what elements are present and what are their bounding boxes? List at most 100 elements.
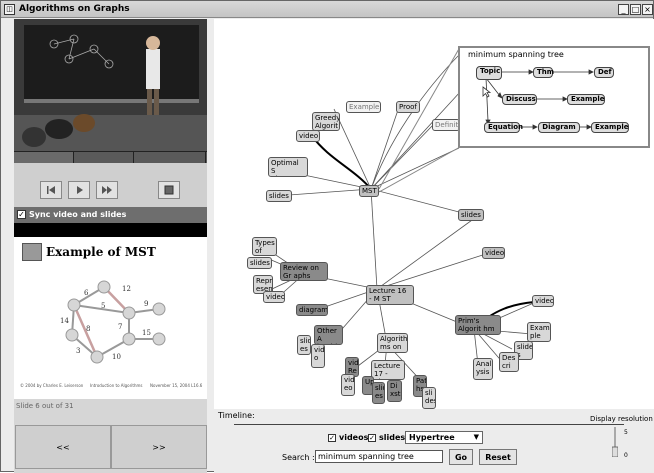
go-button[interactable]: Go [449, 449, 473, 465]
graph-node-types-of-graphs[interactable]: Types of Gra [252, 237, 277, 256]
inset-node-example[interactable]: Example [567, 94, 605, 105]
graph-node-other-algorithms[interactable]: Other A lgorith [314, 325, 343, 345]
edge-weight: 14 [60, 317, 69, 325]
slide-footer-right: November 15, 2004 L16.6 [150, 383, 203, 388]
slide-footer-mid: Introduction to Algorithms [90, 383, 143, 388]
inset-node-diagram[interactable]: Diagram [538, 122, 580, 133]
inset-node-example[interactable]: Example [591, 122, 629, 133]
slide-count: Slide 6 out of 31 [16, 402, 74, 410]
play-icon [77, 186, 83, 194]
graph-node-mst[interactable]: MST [359, 185, 379, 197]
slide-footer-left: © 2004 by Charles E. Leiserson [20, 383, 84, 388]
graph-node-lecture-16-mst[interactable]: Lecture 16 - M ST [366, 285, 414, 305]
graph-node-description[interactable]: Des cri [499, 352, 519, 372]
edge-weight: 15 [142, 329, 151, 337]
videos-checkbox[interactable]: ✓ [328, 434, 336, 442]
graph-node-slides[interactable]: slides [247, 257, 272, 269]
edge-weight: 3 [76, 347, 80, 355]
timeline-label: Timeline: [218, 411, 255, 420]
video-controls [14, 163, 207, 207]
bottom-controls: Timeline: ✓ videos ✓ slides Hypertree ▼ … [214, 409, 654, 473]
graph-node-video[interactable]: video [532, 295, 554, 307]
edge-weight: 9 [144, 300, 148, 308]
reset-button[interactable]: Reset [479, 449, 517, 465]
graph-node-prims-algorithm[interactable]: Prim's Algorit hm [455, 315, 501, 335]
slide-title: Example of MST [46, 245, 156, 259]
prev-slide-button[interactable]: << [15, 425, 111, 469]
graph-node-diagram[interactable]: diagram [296, 304, 328, 316]
search-input[interactable] [315, 450, 443, 463]
slides-checkbox[interactable]: ✓ [368, 434, 376, 442]
sync-label: Sync video and slides [29, 210, 127, 219]
videos-label: videos [339, 433, 369, 442]
graph-node-algorithms-on-graphs[interactable]: Algorith ms on Gr [377, 333, 408, 353]
graph-node-dijkstra[interactable]: Di xst [387, 380, 402, 402]
inset-node-equation[interactable]: Equation [484, 122, 523, 133]
slide-mst-graph: 6 12 5 9 14 8 7 15 3 10 [60, 280, 166, 364]
graph-node-example[interactable]: Exam ple [527, 322, 551, 342]
play-button[interactable] [68, 181, 90, 199]
skip-back-button[interactable] [40, 181, 62, 199]
graph-node-video[interactable]: vid eo [341, 374, 355, 396]
slide-view: Example of MST 6 12 5 9 14 8 7 15 3 10 ©… [14, 237, 207, 399]
hypertree-view[interactable]: Example Proof Definiti Greedy Algorit vi… [214, 19, 654, 417]
maximize-button[interactable]: □ [630, 4, 641, 15]
video-frame [14, 19, 207, 151]
minimize-button[interactable]: _ [618, 4, 629, 15]
sync-toggle[interactable]: ✓ Sync video and slides [14, 207, 207, 223]
fast-forward-icon [102, 186, 112, 194]
close-button[interactable]: × [642, 4, 653, 15]
sync-checkbox[interactable]: ✓ [17, 210, 26, 219]
graph-node-video[interactable]: video [482, 247, 505, 259]
graph-node-review-on-graphs[interactable]: Review on Gr aphs [280, 262, 328, 281]
chevron-down-icon: ▼ [473, 433, 479, 441]
edge-weight: 10 [112, 353, 121, 361]
next-slide-button[interactable]: >> [111, 425, 207, 469]
resolution-max-label: 5 [624, 429, 628, 436]
edge-weight: 12 [122, 285, 131, 293]
edge-weight: 5 [101, 302, 105, 310]
graph-node-video[interactable]: video [263, 291, 285, 303]
graph-node-proof[interactable]: Proof [396, 101, 420, 113]
inset-node-topic[interactable]: Topic [476, 66, 502, 80]
left-panel: ✓ Sync video and slides Example of MST 6… [14, 19, 207, 473]
edge-weight: 6 [84, 289, 89, 297]
layout-select-value: Hypertree [409, 433, 455, 442]
graph-node-slides[interactable]: slid es [372, 382, 385, 404]
resolution-min-label: 0 [624, 452, 628, 459]
graph-node-definition[interactable]: Definiti [432, 119, 460, 131]
inset-node-discuss[interactable]: Discuss [502, 94, 537, 105]
inset-edges [485, 69, 594, 130]
graph-node-slides[interactable]: sli des [422, 387, 436, 409]
graph-node-slides[interactable]: slid es [297, 335, 311, 355]
slides-label: slides [379, 433, 406, 442]
stop-button[interactable] [158, 181, 180, 199]
lecture-video[interactable] [14, 19, 207, 151]
layout-select[interactable]: Hypertree ▼ [405, 431, 483, 444]
graph-node-example[interactable]: Example [346, 101, 381, 113]
app-icon: ◫ [4, 4, 15, 15]
graph-node-greedy[interactable]: Greedy Algorit [312, 112, 340, 131]
mouse-pointer-icon [482, 86, 492, 98]
graph-node-slides[interactable]: slides [266, 190, 292, 202]
edge-weight: 7 [118, 323, 122, 331]
graph-node-analysis[interactable]: Anal ysis [473, 358, 493, 380]
fast-forward-button[interactable] [96, 181, 118, 199]
stop-icon [164, 185, 174, 195]
video-progress-bar[interactable] [14, 151, 207, 164]
graph-node-video[interactable]: video [296, 130, 320, 142]
edge-weight: 8 [86, 325, 90, 333]
app-window: ◫ Algorithms on Graphs _ □ × ✓ Sync vide… [0, 0, 654, 473]
window-title: Algorithms on Graphs [19, 4, 130, 14]
title-bar: ◫ Algorithms on Graphs _ □ × [1, 1, 653, 18]
inset-node-def[interactable]: Def [594, 67, 614, 78]
resolution-slider[interactable] [612, 425, 618, 457]
slide-header-bar [14, 223, 207, 237]
display-resolution-label: Display resolution [590, 415, 653, 423]
graph-node-video[interactable]: vide o [311, 344, 325, 368]
timeline-track[interactable] [234, 424, 624, 425]
graph-node-lecture-17[interactable]: Lecture 17 - Sho [371, 360, 405, 380]
graph-node-optimal-substructure[interactable]: Optimal S ubstructu [268, 157, 308, 177]
inset-node-thm[interactable]: Thm [533, 67, 554, 78]
graph-node-slides[interactable]: slides [458, 209, 484, 221]
